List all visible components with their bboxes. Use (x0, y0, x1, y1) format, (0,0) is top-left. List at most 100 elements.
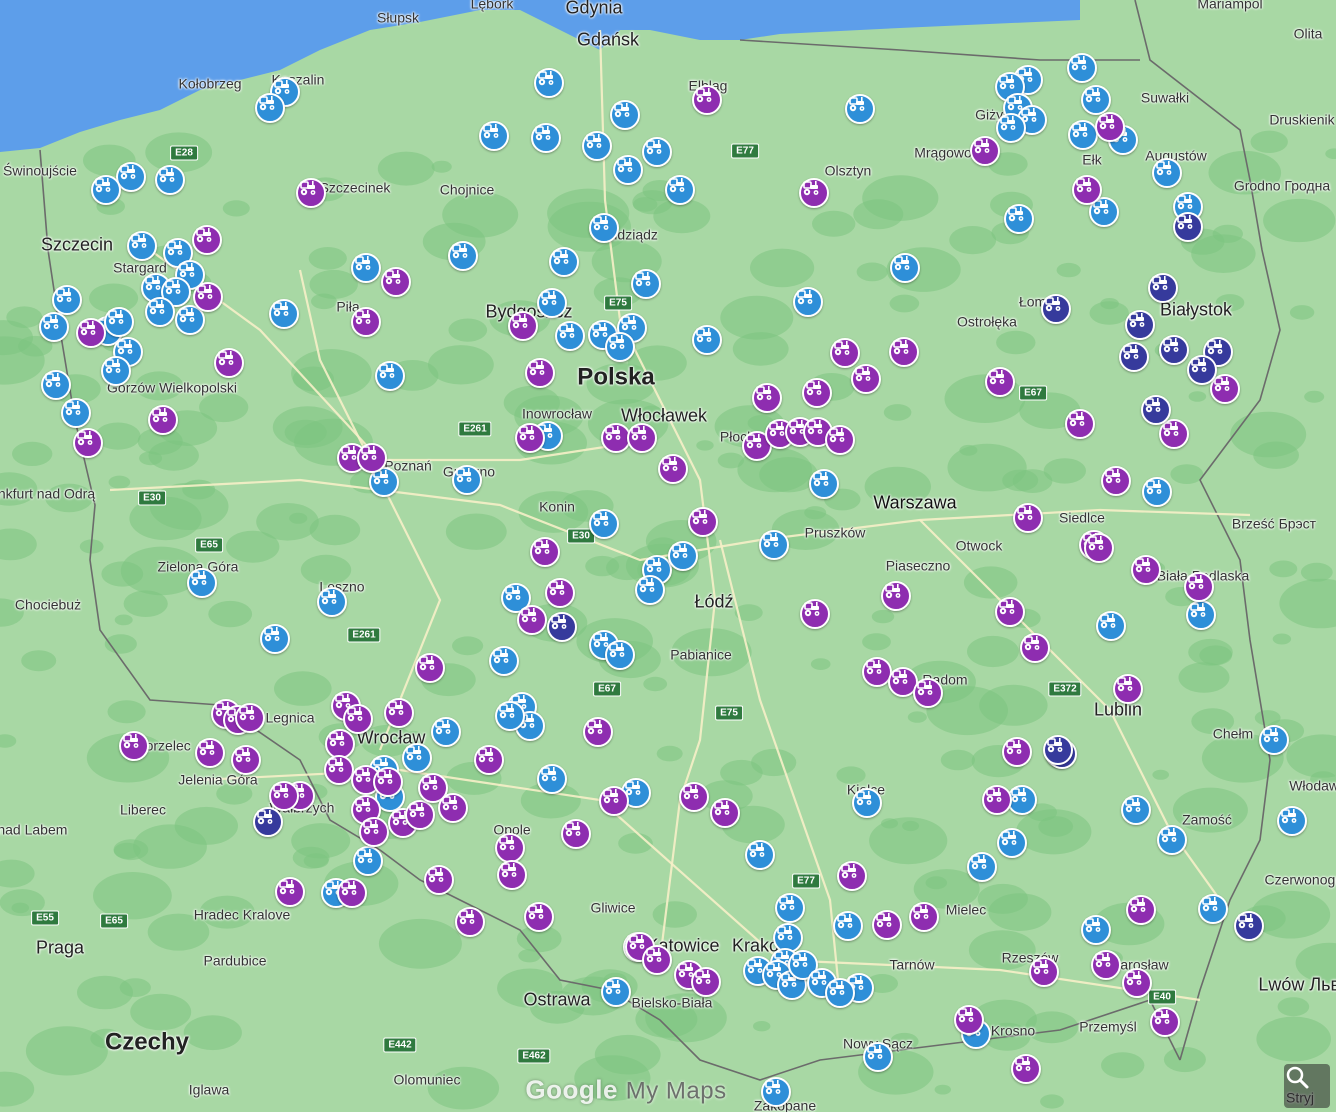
map-marker-purple[interactable] (909, 902, 939, 932)
map-marker-blue[interactable] (145, 297, 175, 327)
map-marker-blue[interactable] (353, 846, 383, 876)
map-marker-purple[interactable] (359, 817, 389, 847)
map-marker-blue[interactable] (775, 893, 805, 923)
map-canvas[interactable]: Słupsk Gdynia Gdańsk Lębork Kołobrzeg Koszali… (0, 0, 1336, 1112)
map-marker-navy[interactable] (1119, 342, 1149, 372)
map-marker-blue[interactable] (665, 175, 695, 205)
map-marker-purple[interactable] (627, 423, 657, 453)
map-marker-blue[interactable] (155, 165, 185, 195)
map-marker-purple[interactable] (710, 798, 740, 828)
map-marker-blue[interactable] (531, 123, 561, 153)
map-marker-purple[interactable] (561, 819, 591, 849)
map-marker-purple[interactable] (455, 907, 485, 937)
map-marker-blue[interactable] (52, 285, 82, 315)
map-marker-purple[interactable] (231, 745, 261, 775)
map-marker-purple[interactable] (343, 704, 373, 734)
map-marker-blue[interactable] (375, 361, 405, 391)
map-marker-purple[interactable] (985, 367, 1015, 397)
map-marker-purple[interactable] (1210, 374, 1240, 404)
map-marker-purple[interactable] (658, 454, 688, 484)
map-marker-purple[interactable] (119, 731, 149, 761)
map-marker-blue[interactable] (127, 231, 157, 261)
map-marker-blue[interactable] (1198, 894, 1228, 924)
map-marker-navy[interactable] (1141, 395, 1171, 425)
map-marker-purple[interactable] (381, 267, 411, 297)
map-marker-purple[interactable] (830, 338, 860, 368)
map-marker-blue[interactable] (845, 94, 875, 124)
map-marker-blue[interactable] (1121, 795, 1151, 825)
map-marker-navy[interactable] (1041, 294, 1071, 324)
map-marker-purple[interactable] (1084, 533, 1114, 563)
map-marker-purple[interactable] (508, 311, 538, 341)
map-marker-blue[interactable] (610, 100, 640, 130)
map-marker-purple[interactable] (373, 767, 403, 797)
map-marker-blue[interactable] (317, 587, 347, 617)
map-marker-purple[interactable] (1029, 957, 1059, 987)
map-marker-purple[interactable] (691, 967, 721, 997)
map-marker-purple[interactable] (324, 755, 354, 785)
map-marker-blue[interactable] (351, 253, 381, 283)
map-marker-blue[interactable] (997, 828, 1027, 858)
map-marker-purple[interactable] (1002, 737, 1032, 767)
map-marker-navy[interactable] (1173, 212, 1203, 242)
map-marker-purple[interactable] (970, 136, 1000, 166)
map-marker-blue[interactable] (1068, 120, 1098, 150)
map-marker-blue[interactable] (495, 701, 525, 731)
map-marker-purple[interactable] (525, 358, 555, 388)
map-marker-purple[interactable] (692, 85, 722, 115)
map-marker-blue[interactable] (187, 568, 217, 598)
map-marker-blue[interactable] (452, 465, 482, 495)
map-marker-purple[interactable] (802, 378, 832, 408)
map-marker-blue[interactable] (1186, 600, 1216, 630)
map-marker-purple[interactable] (599, 786, 629, 816)
map-marker-purple[interactable] (497, 860, 527, 890)
map-marker-blue[interactable] (1096, 611, 1126, 641)
map-marker-blue[interactable] (1259, 725, 1289, 755)
map-marker-purple[interactable] (192, 225, 222, 255)
map-marker-purple[interactable] (269, 781, 299, 811)
map-marker-purple[interactable] (1101, 466, 1131, 496)
map-marker-purple[interactable] (679, 782, 709, 812)
map-marker-blue[interactable] (1277, 806, 1307, 836)
map-marker-blue[interactable] (1081, 915, 1111, 945)
map-marker-navy[interactable] (1125, 310, 1155, 340)
map-marker-purple[interactable] (515, 423, 545, 453)
map-marker-blue[interactable] (589, 213, 619, 243)
map-marker-purple[interactable] (296, 178, 326, 208)
map-marker-blue[interactable] (61, 398, 91, 428)
map-marker-navy[interactable] (253, 807, 283, 837)
map-marker-blue[interactable] (1142, 477, 1172, 507)
map-marker-purple[interactable] (1113, 674, 1143, 704)
map-marker-purple[interactable] (583, 717, 613, 747)
map-marker-blue[interactable] (431, 717, 461, 747)
map-marker-purple[interactable] (1184, 572, 1214, 602)
map-marker-blue[interactable] (1152, 158, 1182, 188)
map-marker-purple[interactable] (474, 745, 504, 775)
map-marker-blue[interactable] (101, 356, 131, 386)
map-marker-blue[interactable] (39, 312, 69, 342)
map-marker-purple[interactable] (193, 282, 223, 312)
map-marker-blue[interactable] (692, 325, 722, 355)
map-marker-purple[interactable] (688, 507, 718, 537)
map-marker-purple[interactable] (1011, 1054, 1041, 1084)
map-marker-purple[interactable] (1072, 175, 1102, 205)
map-marker-navy[interactable] (1187, 355, 1217, 385)
map-marker-purple[interactable] (1091, 950, 1121, 980)
map-marker-purple[interactable] (913, 678, 943, 708)
map-marker-purple[interactable] (76, 318, 106, 348)
map-marker-purple[interactable] (195, 738, 225, 768)
map-marker-purple[interactable] (825, 425, 855, 455)
map-marker-purple[interactable] (1122, 968, 1152, 998)
map-marker-blue[interactable] (91, 175, 121, 205)
map-marker-blue[interactable] (601, 977, 631, 1007)
map-marker-blue[interactable] (104, 307, 134, 337)
map-marker-purple[interactable] (1013, 503, 1043, 533)
map-marker-purple[interactable] (872, 910, 902, 940)
map-marker-purple[interactable] (275, 877, 305, 907)
map-marker-blue[interactable] (1067, 53, 1097, 83)
map-marker-blue[interactable] (589, 509, 619, 539)
map-marker-purple[interactable] (524, 902, 554, 932)
map-marker-purple[interactable] (752, 383, 782, 413)
search-zoom-button[interactable] (1284, 1064, 1330, 1108)
map-marker-purple[interactable] (837, 861, 867, 891)
